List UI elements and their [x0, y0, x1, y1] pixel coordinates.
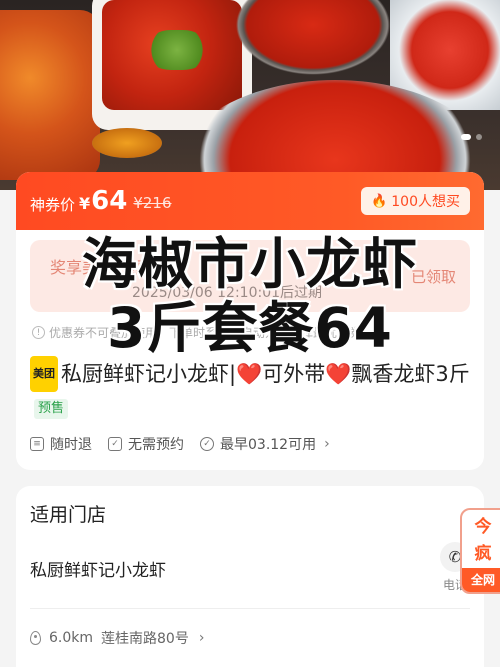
- feature-no-reservation: ✓ 无需预约: [108, 434, 184, 454]
- coupon-expiry: 2025/03/06 12:10:01后过期: [132, 285, 323, 301]
- want-count-badge: 🔥 100人想买: [361, 187, 470, 215]
- feature-label: 无需预约: [128, 437, 184, 453]
- product-title-part1: 私厨鲜虾记小龙虾|: [61, 362, 237, 386]
- feature-list: ≡ 随时退 ✓ 无需预约 ✓ 最早03.12可用 ›: [30, 434, 330, 454]
- sauce-bowl: [92, 128, 162, 158]
- want-count: 100人想买: [391, 194, 460, 210]
- info-icon: !: [32, 326, 45, 339]
- feature-label: 最早03.12可用: [220, 437, 317, 453]
- divider: [30, 608, 470, 609]
- coupon-notice: ! 优惠券不可叠加使用，下单时系统将自动为您选择最优惠券！: [32, 324, 373, 341]
- crayfish-pot: [228, 0, 398, 80]
- presale-tag: 预售: [34, 399, 69, 419]
- feature-label: 随时退: [50, 437, 92, 453]
- coupon-notice-text: 优惠券不可叠加使用，下单时系统将自动为您选择最优惠券！: [49, 326, 374, 340]
- clock-check-icon: ✓: [200, 437, 214, 451]
- product-title: 美团 私厨鲜虾记小龙虾|❤️可外带❤️飘香龙虾3斤预售: [30, 356, 470, 424]
- promo-badge-mid: 疯: [474, 544, 492, 564]
- feature-earliest-date[interactable]: ✓ 最早03.12可用 ›: [200, 434, 330, 454]
- store-distance: 6.0km: [49, 630, 94, 646]
- store-name[interactable]: 私厨鲜虾记小龙虾: [30, 556, 166, 581]
- coupon-title: 奖享美味 领购买: [50, 258, 168, 277]
- coupon-banner[interactable]: 奖享美味 领购买 已领取 2025/03/06 12:10:01后过期: [30, 240, 470, 312]
- stores-title: 适用门店: [30, 504, 107, 526]
- calendar-check-icon: ✓: [108, 437, 122, 451]
- promo-badge-top: 今: [474, 517, 492, 537]
- deal-price: 64: [91, 186, 128, 216]
- product-title-part2: 可外带: [262, 362, 326, 386]
- currency-symbol: ¥: [79, 193, 91, 213]
- original-price: ¥216: [133, 194, 172, 212]
- location-pin-icon: [30, 631, 41, 645]
- product-title-part3: 飘香龙虾3斤: [351, 362, 470, 386]
- flame-icon: 🔥: [371, 193, 388, 209]
- deal-card: 神券价 ¥ 64 ¥216 🔥 100人想买 奖享美味 领购买 已领取 2025…: [16, 172, 484, 470]
- feature-refund: ≡ 随时退: [30, 434, 92, 454]
- stores-card: 适用门店 私厨鲜虾记小龙虾 ✆ 电话 6.0km 莲桂南路80号 ›: [16, 486, 484, 667]
- fried-crayfish-plate: [0, 10, 100, 180]
- brand-tag: 美团: [30, 356, 58, 392]
- price-bar: 神券价 ¥ 64 ¥216 🔥 100人想买: [16, 172, 484, 230]
- refund-icon: ≡: [30, 437, 44, 451]
- food-banner-image[interactable]: [0, 0, 500, 190]
- floating-promo-badge[interactable]: 今 疯 全网: [460, 508, 500, 594]
- banner-pager: [461, 134, 482, 140]
- coupon-claim-status[interactable]: 已领取: [411, 266, 456, 287]
- heart-icon: ❤️: [236, 362, 263, 386]
- price-label: 神券价: [30, 195, 76, 214]
- address-row[interactable]: 6.0km 莲桂南路80号 ›: [30, 628, 204, 648]
- store-address: 莲桂南路80号: [101, 631, 189, 647]
- promo-badge-bottom: 全网: [462, 568, 500, 592]
- chevron-right-icon: ›: [198, 630, 205, 646]
- heart-icon: ❤️: [325, 362, 352, 386]
- chevron-right-icon: ›: [324, 436, 330, 452]
